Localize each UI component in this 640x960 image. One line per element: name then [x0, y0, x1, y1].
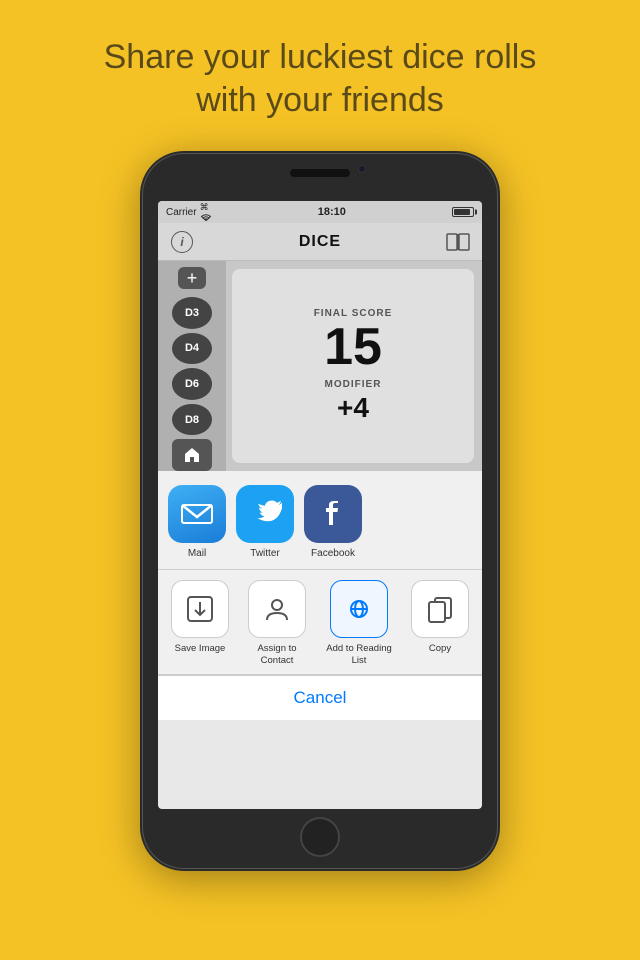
dice-chip-d4[interactable]: D4: [172, 333, 212, 365]
share-apps-row: Mail Twitter: [158, 471, 482, 570]
phone-body: Carrier ⌘ 18:10: [140, 151, 500, 871]
book-icon[interactable]: [446, 230, 470, 254]
cancel-button[interactable]: Cancel: [158, 675, 482, 720]
dice-list: + D3 D4 D6 D8: [158, 261, 226, 471]
action-save-image[interactable]: Save Image: [166, 580, 234, 668]
twitter-app-label: Twitter: [250, 548, 279, 559]
phone-home-button[interactable]: [300, 817, 340, 857]
action-assign-contact[interactable]: Assign to Contact: [242, 580, 312, 668]
add-dice-button[interactable]: +: [178, 267, 206, 289]
copy-icon-box: [411, 580, 469, 638]
phone-camera: [358, 165, 366, 173]
copy-label: Copy: [429, 643, 451, 655]
phone-mockup: Carrier ⌘ 18:10: [140, 151, 500, 871]
battery-indicator: [452, 207, 474, 217]
mail-app-icon: [168, 485, 226, 543]
score-panel: FINAL SCORE 15 MODIFIER +4: [232, 269, 474, 463]
app-content: + D3 D4 D6 D8: [158, 261, 482, 471]
status-bar: Carrier ⌘ 18:10: [158, 201, 482, 223]
nav-bar: i DICE: [158, 223, 482, 261]
share-mail-item[interactable]: Mail: [168, 485, 226, 559]
share-sheet: Mail Twitter: [158, 471, 482, 720]
info-button[interactable]: i: [170, 230, 194, 254]
save-image-icon-box: [171, 580, 229, 638]
share-twitter-item[interactable]: Twitter: [236, 485, 294, 559]
save-image-label: Save Image: [175, 643, 226, 655]
facebook-app-icon: [304, 485, 362, 543]
facebook-app-label: Facebook: [311, 548, 355, 559]
reading-list-label: Add to Reading List: [320, 643, 398, 668]
nav-title: DICE: [299, 233, 341, 251]
final-score-value: 15: [324, 321, 382, 373]
phone-screen: Carrier ⌘ 18:10: [158, 201, 482, 809]
modifier-label: MODIFIER: [325, 379, 382, 390]
assign-contact-icon-box: [248, 580, 306, 638]
modifier-value: +4: [337, 392, 369, 424]
phone-speaker: [290, 169, 350, 177]
assign-contact-label: Assign to Contact: [242, 643, 312, 668]
mail-app-label: Mail: [188, 548, 206, 559]
dice-chip-d6[interactable]: D6: [172, 368, 212, 400]
action-copy[interactable]: Copy: [406, 580, 474, 668]
dice-chip-d3[interactable]: D3: [172, 297, 212, 329]
cancel-label: Cancel: [294, 688, 347, 708]
dice-home-icon[interactable]: [172, 439, 212, 471]
action-reading-list[interactable]: Add to Reading List: [320, 580, 398, 668]
share-actions-row: Save Image Assign to Contact: [158, 570, 482, 675]
reading-list-icon-box: [330, 580, 388, 638]
wifi-icon: ⌘: [200, 202, 212, 222]
twitter-app-icon: [236, 485, 294, 543]
headline: Share your luckiest dice rolls with your…: [64, 36, 577, 121]
share-facebook-item[interactable]: Facebook: [304, 485, 362, 559]
dice-chip-d8[interactable]: D8: [172, 404, 212, 436]
status-time: 18:10: [318, 206, 346, 218]
carrier-label: Carrier ⌘: [166, 202, 212, 222]
